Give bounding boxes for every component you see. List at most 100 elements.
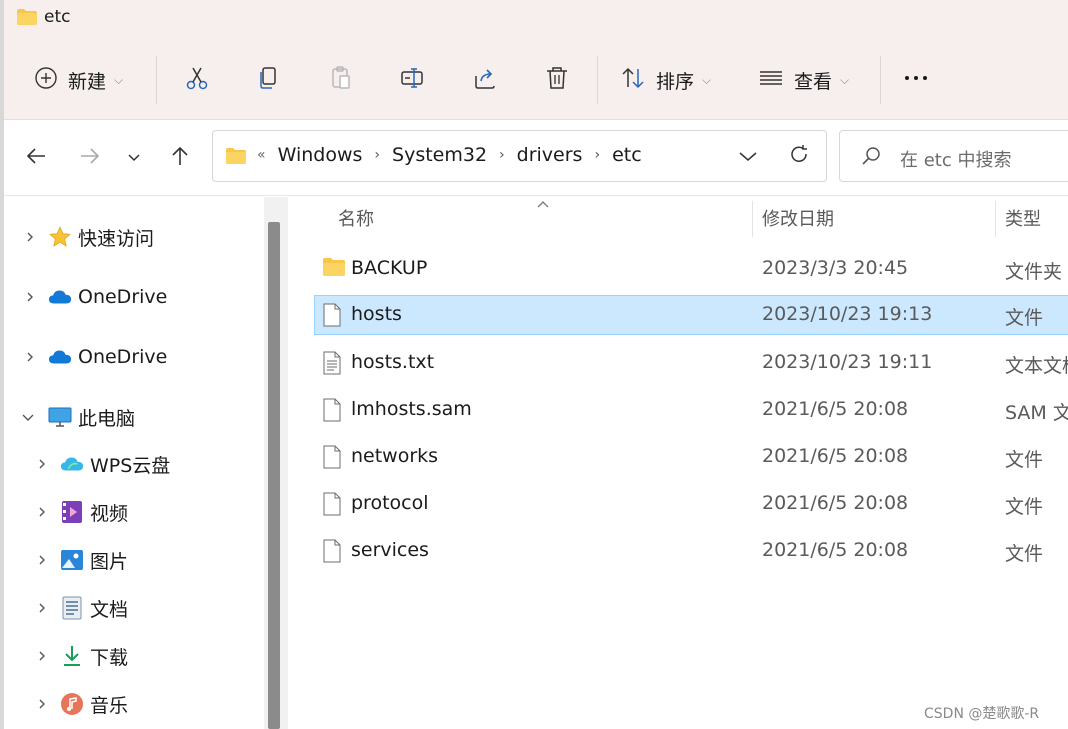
copy-button[interactable] [256, 64, 282, 96]
toolbar-separator [597, 56, 598, 104]
sidebar-item-videos[interactable]: 视频 [4, 492, 266, 532]
column-header-name[interactable]: 名称 [338, 197, 374, 239]
sidebar-item-onedrive[interactable]: OneDrive [4, 337, 266, 377]
sidebar-item-label: 音乐 [90, 694, 129, 717]
sidebar-item-documents[interactable]: 文档 [4, 588, 266, 628]
chevron-down-icon[interactable] [20, 409, 36, 425]
more-options-button[interactable] [902, 64, 930, 96]
pictures-icon [60, 548, 84, 572]
chevron-right-icon[interactable]: › [594, 147, 600, 163]
file-icon [322, 492, 342, 520]
file-type: 文件 [1005, 307, 1044, 329]
share-button[interactable] [472, 64, 498, 96]
sidebar-item-wps-cloud[interactable]: WPS云盘 [4, 444, 266, 484]
search-icon [860, 145, 882, 171]
column-header-type[interactable]: 类型 [1005, 197, 1041, 239]
chevron-right-icon[interactable] [34, 600, 50, 616]
view-button[interactable]: 查看 ⌵ [758, 64, 849, 96]
file-row-backup[interactable]: BACKUP 2023/3/3 20:45 文件夹 [314, 249, 1068, 289]
sidebar-item-label: WPS云盘 [90, 454, 171, 477]
refresh-icon[interactable] [787, 143, 811, 171]
file-modified: 2021/6/5 20:08 [762, 539, 909, 561]
file-name: protocol [351, 492, 429, 514]
file-row-hosts[interactable]: hosts 2023/10/23 19:13 文件 [314, 295, 1068, 335]
chevron-right-icon[interactable] [22, 349, 38, 365]
toolbar-separator [880, 56, 881, 104]
breadcrumb-drivers[interactable]: drivers [517, 144, 583, 166]
sidebar-item-label: OneDrive [78, 286, 168, 308]
file-name: hosts [351, 303, 402, 325]
sort-button-label: 排序 [656, 70, 695, 93]
wps-cloud-icon [60, 452, 84, 476]
file-row-protocol[interactable]: protocol 2021/6/5 20:08 文件 [314, 484, 1068, 524]
cloud-icon [48, 285, 72, 309]
up-button[interactable] [166, 144, 194, 172]
sidebar-item-onedrive[interactable]: OneDrive [4, 277, 266, 317]
paste-button[interactable] [328, 64, 354, 96]
star-icon [48, 225, 72, 249]
chevron-right-icon[interactable] [34, 504, 50, 520]
copy-icon [256, 65, 282, 95]
breadcrumb-etc[interactable]: etc [612, 144, 642, 166]
sidebar-item-quick-access[interactable]: 快速访问 [4, 217, 266, 257]
chevron-right-icon[interactable] [22, 289, 38, 305]
command-bar: 新建 ⌵ 排序 ⌵ 查看 ⌵ [4, 36, 1068, 120]
breadcrumb-windows[interactable]: Windows [278, 144, 363, 166]
file-type: 文本文档 [1005, 355, 1068, 377]
chevron-right-icon[interactable] [34, 648, 50, 664]
rename-button[interactable] [400, 64, 426, 96]
chevron-right-icon[interactable] [34, 552, 50, 568]
column-divider[interactable] [752, 201, 753, 237]
sidebar-item-pictures[interactable]: 图片 [4, 540, 266, 580]
column-divider[interactable] [995, 201, 996, 237]
list-view-icon [758, 65, 784, 95]
forward-button[interactable] [76, 144, 104, 172]
address-bar[interactable]: « Windows › System32 › drivers › etc [212, 130, 827, 182]
chevron-right-icon[interactable] [34, 696, 50, 712]
window-title: etc [44, 7, 71, 27]
sidebar-item-downloads[interactable]: 下载 [4, 636, 266, 676]
chevron-down-icon: ⌵ [114, 72, 124, 87]
chevron-right-icon[interactable] [34, 456, 50, 472]
sort-button[interactable]: 排序 ⌵ [620, 64, 711, 96]
file-modified: 2021/6/5 20:08 [762, 492, 909, 514]
file-type: SAM 文件 [1005, 402, 1068, 424]
chevron-right-icon[interactable]: › [499, 147, 505, 163]
new-button[interactable]: 新建 ⌵ [34, 64, 123, 96]
chevron-down-icon [127, 149, 141, 168]
arrow-right-icon [78, 144, 102, 172]
music-icon [60, 692, 84, 716]
chevron-right-icon[interactable]: › [374, 147, 380, 163]
file-modified: 2021/6/5 20:08 [762, 398, 909, 420]
documents-icon [60, 596, 84, 620]
arrow-left-icon [24, 144, 48, 172]
address-history-dropdown[interactable] [737, 145, 759, 171]
cut-button[interactable] [184, 64, 210, 96]
file-row-lmhosts-sam[interactable]: lmhosts.sam 2021/6/5 20:08 SAM 文件 [314, 390, 1068, 430]
sidebar-item-label: 快速访问 [78, 227, 155, 250]
file-type: 文件 [1005, 496, 1044, 518]
file-modified: 2023/10/23 19:11 [762, 351, 933, 373]
file-name: hosts.txt [351, 351, 435, 373]
title-bar: etc [4, 0, 1068, 36]
sidebar-item-music[interactable]: 音乐 [4, 684, 266, 724]
chevron-right-icon[interactable] [22, 229, 38, 245]
breadcrumb-system32[interactable]: System32 [392, 144, 487, 166]
breadcrumb-overflow[interactable]: « [257, 147, 266, 163]
file-icon [322, 539, 342, 567]
search-input[interactable]: 在 etc 中搜索 [900, 146, 1011, 172]
recent-locations-button[interactable] [120, 144, 148, 172]
back-button[interactable] [22, 144, 50, 172]
delete-button[interactable] [544, 64, 570, 96]
file-name: services [351, 539, 429, 561]
file-row-hosts-txt[interactable]: hosts.txt 2023/10/23 19:11 文本文档 [314, 343, 1068, 383]
video-icon [60, 500, 84, 524]
file-row-services[interactable]: services 2021/6/5 20:08 文件 [314, 531, 1068, 571]
sidebar-item-label: 视频 [90, 502, 129, 525]
search-box[interactable]: 在 etc 中搜索 [839, 130, 1068, 182]
file-row-networks[interactable]: networks 2021/6/5 20:08 文件 [314, 437, 1068, 477]
sidebar-item-label: OneDrive [78, 346, 168, 368]
sidebar-item-this-pc[interactable]: 此电脑 [4, 397, 266, 437]
column-header-modified[interactable]: 修改日期 [762, 197, 834, 239]
sidebar-scrollbar-thumb[interactable] [268, 222, 280, 729]
